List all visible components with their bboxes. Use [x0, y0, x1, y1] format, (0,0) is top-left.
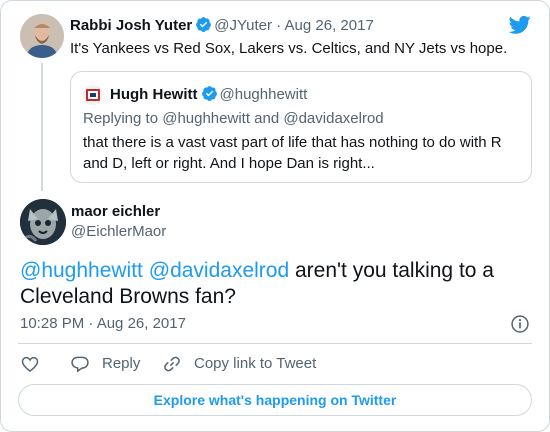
info-icon[interactable] — [510, 314, 530, 334]
link-icon — [164, 356, 180, 372]
reply-label: Reply — [102, 355, 141, 372]
parent-date[interactable]: Aug 26, 2017 — [285, 17, 374, 34]
twitter-bird-icon[interactable] — [509, 15, 531, 35]
quoted-tweet-text: that there is a vast vast part of life t… — [83, 134, 502, 172]
explore-twitter-button[interactable]: Explore what's happening on Twitter — [18, 384, 532, 416]
quoted-tweet-header: Hugh Hewitt @hughhewitt — [110, 85, 307, 105]
parent-tweet-text: It's Yankees vs Red Sox, Lakers vs. Celt… — [70, 40, 508, 57]
main-tweet-text: @hughhewitt @davidaxelrod aren't you tal… — [20, 258, 520, 310]
mention-link[interactable]: @davidaxelrod — [149, 259, 289, 282]
reply-bubble-icon — [71, 356, 89, 373]
divider — [18, 343, 532, 344]
parent-author-handle[interactable]: @JYuter — [214, 17, 272, 34]
dot-separator: · — [276, 17, 282, 34]
thread-connector-line — [41, 63, 43, 191]
quoted-author-handle: @hughhewitt — [219, 86, 308, 103]
copy-link-label: Copy link to Tweet — [194, 355, 317, 372]
heart-icon — [21, 356, 39, 373]
tweet-timestamp[interactable]: 10:28 PM · Aug 26, 2017 — [20, 314, 186, 334]
mention-link[interactable]: @hughhewitt — [20, 259, 143, 282]
main-author-handle[interactable]: @EichlerMaor — [71, 222, 166, 242]
parent-author-name[interactable]: Rabbi Josh Yuter — [70, 17, 192, 34]
main-avatar[interactable] — [20, 199, 66, 245]
parent-avatar[interactable] — [20, 14, 64, 58]
main-author-name[interactable]: maor eichler — [71, 202, 160, 222]
tweet-embed-card: Rabbi Josh Yuter @JYuter · Aug 26, 2017 I… — [0, 0, 550, 432]
quoted-avatar — [83, 85, 103, 105]
quoted-author-name: Hugh Hewitt — [110, 86, 198, 103]
parent-tweet-header: Rabbi Josh Yuter @JYuter · Aug 26, 2017 — [70, 16, 374, 36]
verified-badge-icon — [201, 86, 217, 101]
quoted-replying-to: Replying to @hughhewitt and @davidaxelro… — [83, 110, 384, 127]
verified-badge-icon — [196, 17, 212, 32]
quoted-tweet[interactable]: Hugh Hewitt @hughhewitt Replying to @hugh… — [70, 71, 532, 183]
